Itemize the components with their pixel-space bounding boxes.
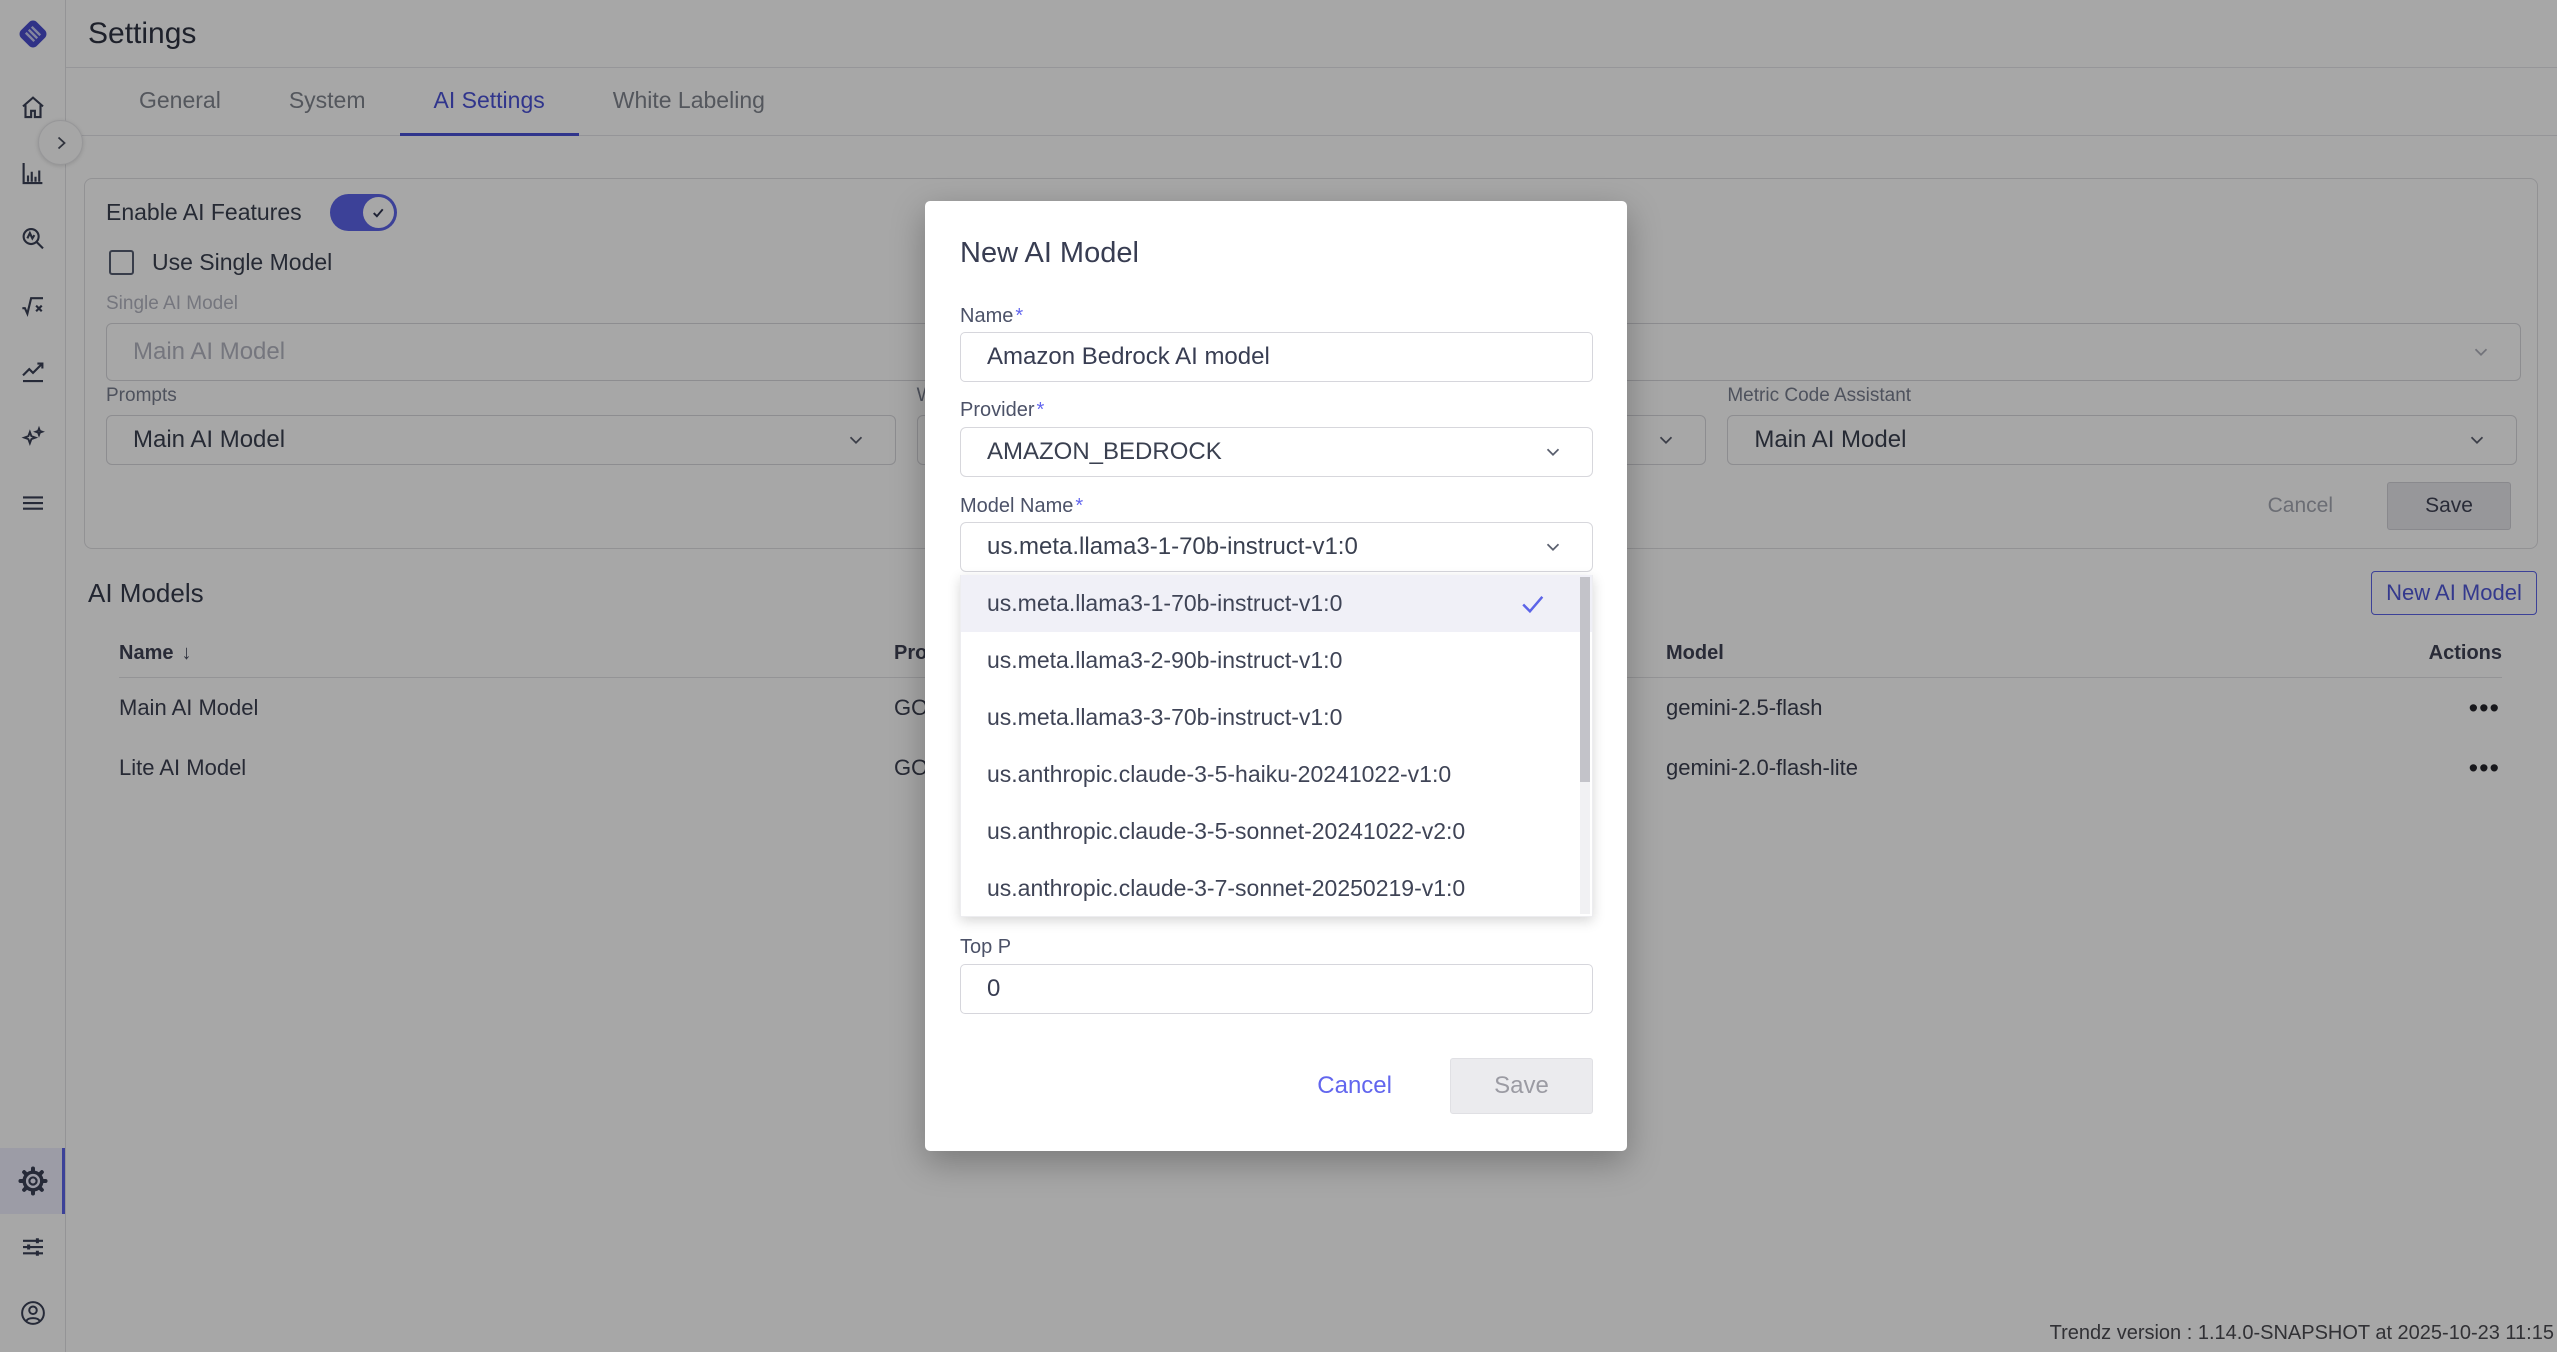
dropdown-option[interactable]: us.meta.llama3-3-70b-instruct-v1:0 bbox=[961, 689, 1592, 746]
dropdown-option[interactable]: us.anthropic.claude-3-5-haiku-20241022-v… bbox=[961, 746, 1592, 803]
required-asterisk: * bbox=[1015, 305, 1023, 327]
model-name-select[interactable]: us.meta.llama3-1-70b-instruct-v1:0 bbox=[960, 522, 1593, 572]
dialog-save-button[interactable]: Save bbox=[1450, 1058, 1593, 1114]
new-ai-model-dialog: New AI Model Name* Provider* AMAZON_BEDR… bbox=[925, 201, 1627, 1151]
dialog-title: New AI Model bbox=[960, 237, 1139, 270]
provider-select[interactable]: AMAZON_BEDROCK bbox=[960, 427, 1593, 477]
required-asterisk: * bbox=[1036, 399, 1044, 421]
dialog-cancel-button[interactable]: Cancel bbox=[1293, 1058, 1416, 1114]
dropdown-option[interactable]: us.meta.llama3-2-90b-instruct-v1:0 bbox=[961, 632, 1592, 689]
top-p-input[interactable] bbox=[960, 964, 1593, 1014]
scrollbar-thumb[interactable] bbox=[1580, 577, 1590, 782]
dropdown-option[interactable]: us.anthropic.claude-3-7-sonnet-20250219-… bbox=[961, 860, 1592, 917]
name-input[interactable] bbox=[960, 332, 1593, 382]
selected-check-icon bbox=[1517, 588, 1548, 619]
model-name-field-label: Model Name* bbox=[960, 495, 1083, 518]
name-field-label: Name* bbox=[960, 305, 1023, 328]
chevron-down-icon bbox=[1542, 441, 1564, 463]
required-asterisk: * bbox=[1075, 495, 1083, 517]
top-p-field-label: Top P bbox=[960, 936, 1011, 959]
dropdown-scrollbar bbox=[1580, 577, 1590, 914]
dropdown-option[interactable]: us.meta.llama3-1-70b-instruct-v1:0 bbox=[961, 575, 1592, 632]
model-name-dropdown: us.meta.llama3-1-70b-instruct-v1:0 us.me… bbox=[960, 575, 1593, 917]
chevron-down-icon bbox=[1542, 536, 1564, 558]
dropdown-option[interactable]: us.anthropic.claude-3-5-sonnet-20241022-… bbox=[961, 803, 1592, 860]
provider-field-label: Provider* bbox=[960, 399, 1044, 422]
